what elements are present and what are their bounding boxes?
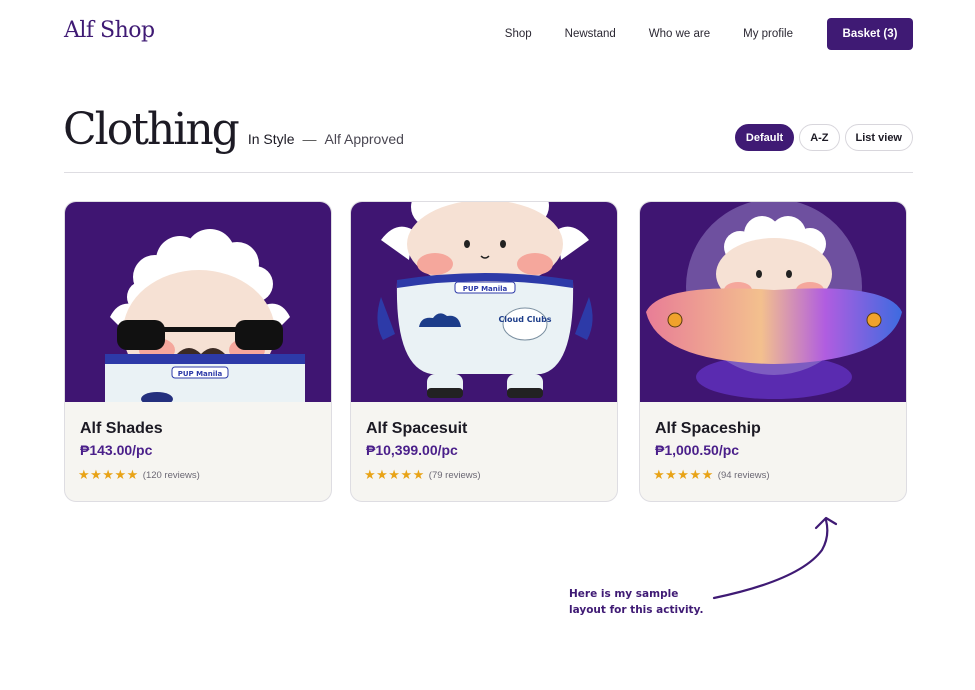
sheep-in-ufo-spaceship-icon: PUP Manila Cloud Clubs (646, 202, 902, 399)
nav-newstand[interactable]: Newstand (565, 28, 616, 40)
product-rating: ★★★★★ (79 reviews) (364, 467, 601, 483)
product-price: ₱10,399.00/pc (366, 442, 458, 458)
divider (64, 172, 913, 173)
svg-text:Cloud Clubs: Cloud Clubs (498, 315, 551, 324)
view-filters: Default A-Z List view (734, 124, 913, 151)
main-nav: Shop Newstand Who we are My profile Bask… (505, 18, 913, 50)
star-rating-icon: ★★★★★ (78, 467, 139, 482)
subtitle-separator: — (302, 131, 317, 147)
sheep-with-sunglasses-and-mustache-icon: PUP Manila (105, 229, 305, 402)
star-rating-icon: ★★★★★ (653, 467, 714, 482)
star-rating-icon: ★★★★★ (364, 467, 425, 482)
page-subtitle-primary: In Style (247, 131, 295, 147)
product-image: PUP Manila (65, 202, 331, 402)
nav-my-profile[interactable]: My profile (743, 28, 793, 40)
curved-arrow-icon (712, 516, 838, 600)
product-card-alf-spacesuit[interactable]: PUP Manila Cloud Clubs Alf Spacesuit ₱10… (350, 201, 618, 502)
product-image: PUP Manila Cloud Clubs (640, 202, 906, 402)
svg-text:PUP Manila: PUP Manila (463, 285, 508, 293)
review-count[interactable]: (120 reviews) (143, 470, 200, 481)
product-price: ₱1,000.50/pc (655, 442, 740, 458)
review-count[interactable]: (79 reviews) (429, 470, 481, 481)
annotation-note: Here is my sample layout for this activi… (569, 586, 703, 618)
product-price: ₱143.00/pc (80, 442, 153, 458)
basket-button[interactable]: Basket (3) (827, 18, 913, 50)
review-count[interactable]: (94 reviews) (718, 470, 770, 481)
product-image: PUP Manila Cloud Clubs (351, 202, 617, 402)
sheep-in-spacesuit-icon: PUP Manila Cloud Clubs (377, 202, 593, 398)
page-subtitle-secondary: Alf Approved (324, 131, 404, 147)
product-rating: ★★★★★ (120 reviews) (78, 467, 315, 483)
product-name: Alf Shades (80, 420, 163, 437)
filter-a-z[interactable]: A-Z (799, 124, 840, 151)
product-card-alf-shades[interactable]: PUP Manila Alf Shades ₱143.00/pc ★★★★★ (… (64, 201, 332, 502)
product-name: Alf Spacesuit (366, 420, 468, 437)
product-rating: ★★★★★ (94 reviews) (653, 467, 890, 483)
nav-who-we-are[interactable]: Who we are (649, 28, 710, 40)
nav-shop[interactable]: Shop (505, 28, 532, 40)
product-card-alf-spaceship[interactable]: PUP Manila Cloud Clubs Alf Spaceship ₱1,… (639, 201, 907, 502)
brand-logo[interactable]: Alf Shop (64, 18, 155, 43)
product-name: Alf Spaceship (655, 420, 761, 437)
filter-list-view[interactable]: List view (844, 124, 913, 151)
filter-default[interactable]: Default (734, 124, 795, 151)
annotation-line-1: Here is my sample (569, 588, 679, 600)
page-heading: Clothing In Style — Alf Approved (63, 104, 404, 155)
annotation-line-2: layout for this activity. (569, 604, 704, 616)
page-title: Clothing (63, 104, 240, 155)
badge-text: PUP Manila (178, 370, 223, 378)
